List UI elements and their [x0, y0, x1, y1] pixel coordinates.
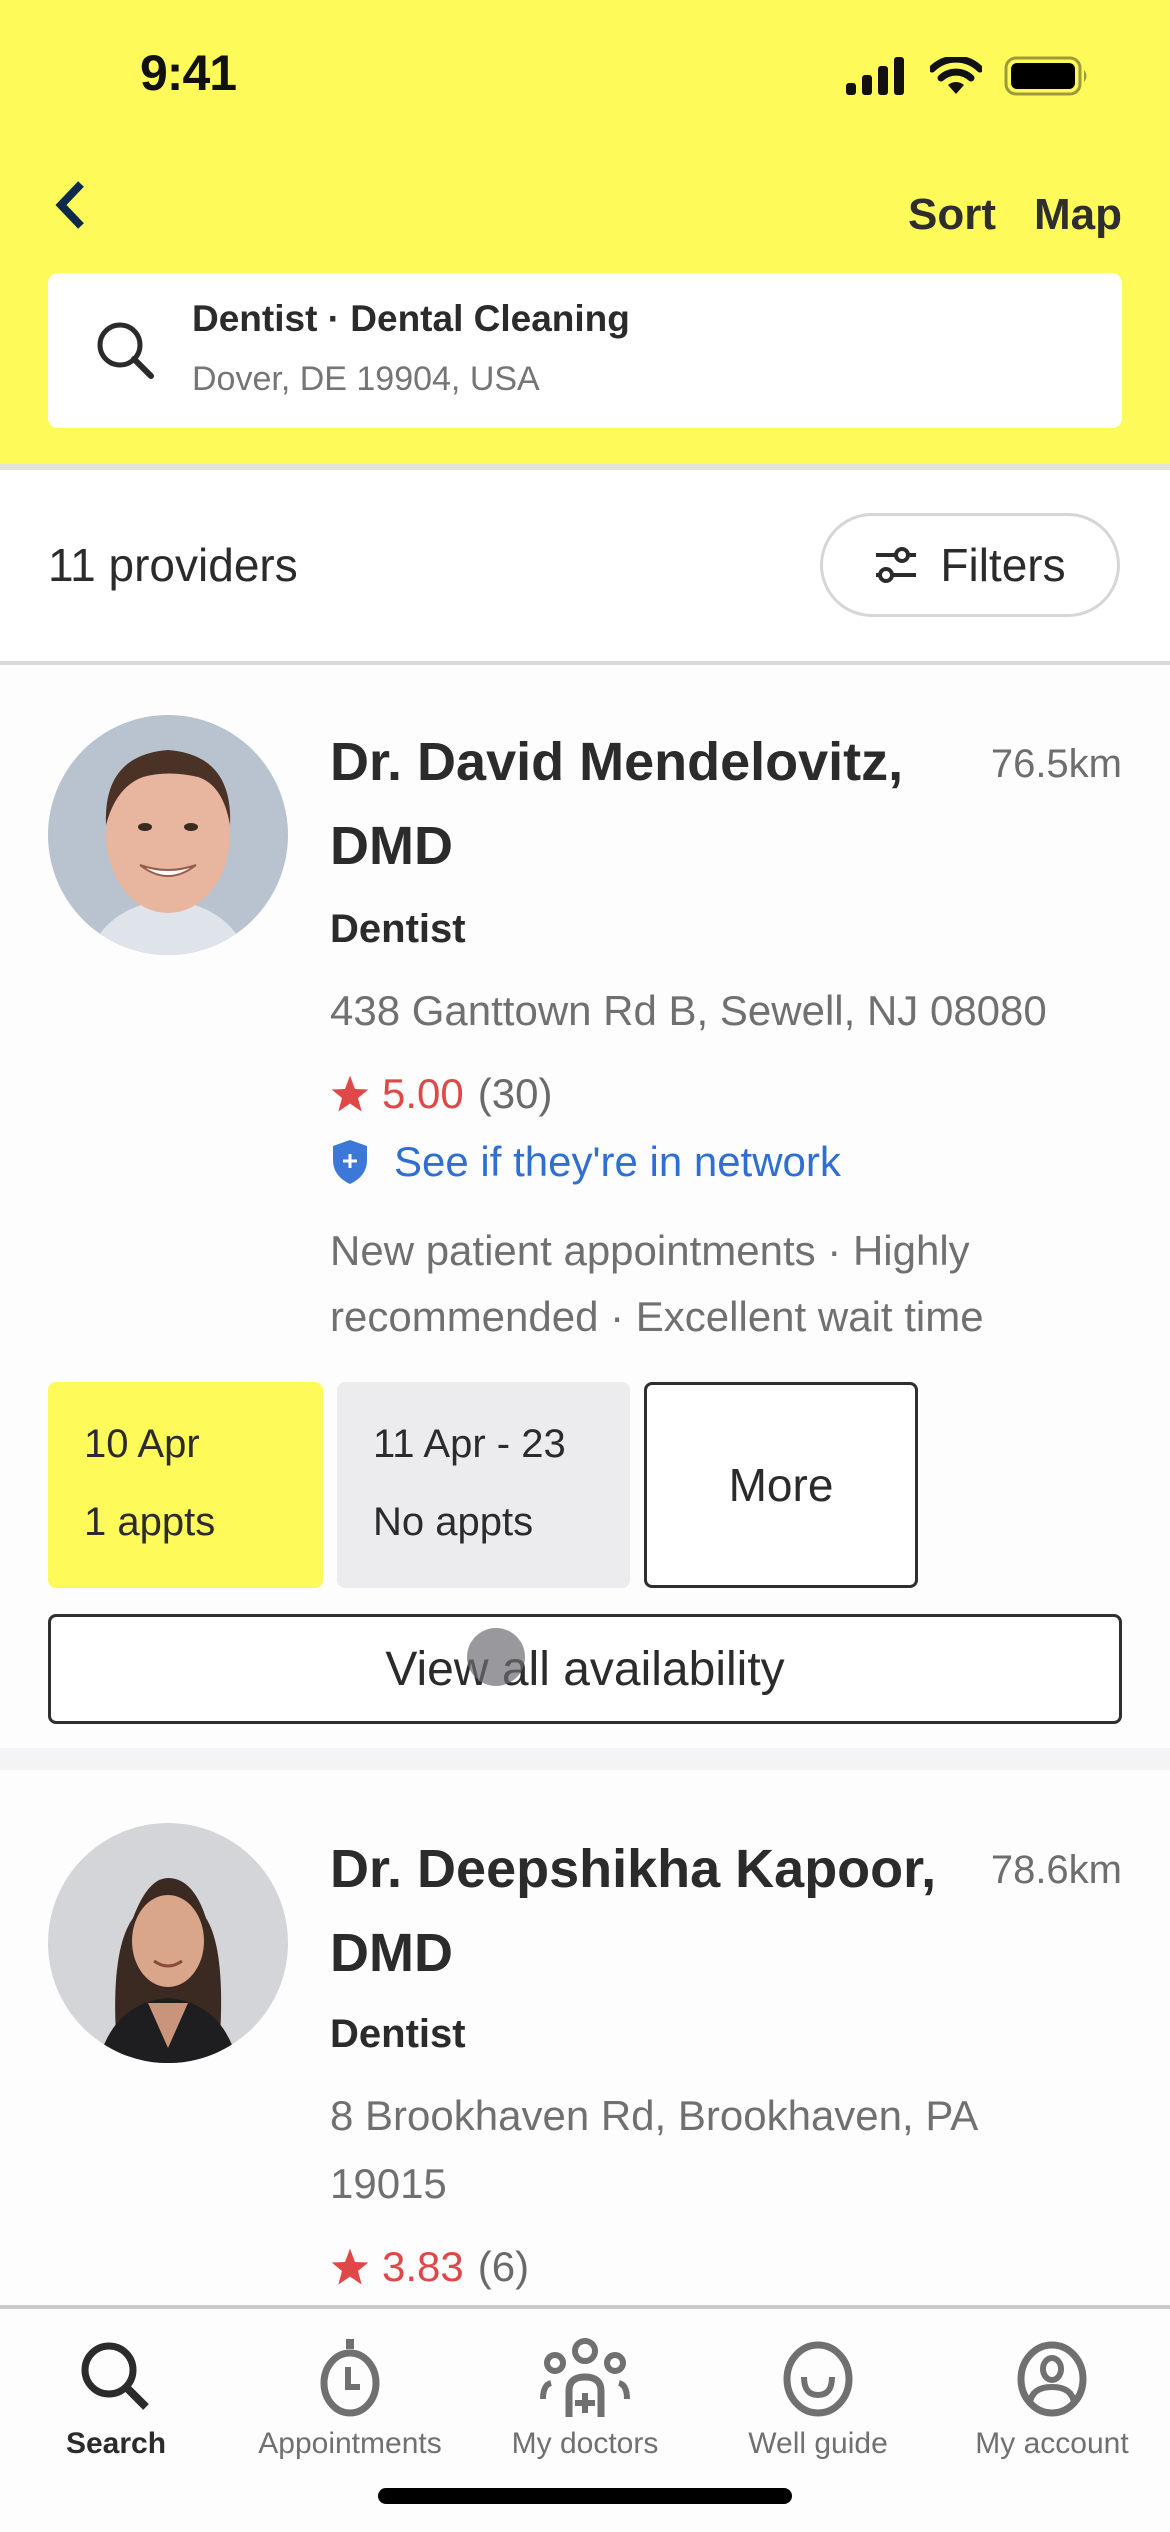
tab-my-account[interactable]: My account: [942, 2337, 1162, 2461]
tab-label: Appointments: [258, 2427, 442, 2460]
provider-avatar[interactable]: [48, 715, 288, 955]
star-icon: [331, 2248, 369, 2285]
sliders-icon: [876, 547, 917, 583]
sort-button[interactable]: Sort: [908, 190, 996, 240]
tab-label: Well guide: [748, 2427, 888, 2460]
star-icon: [331, 1075, 369, 1112]
availability-slot[interactable]: 11 Apr - 23 No appts: [337, 1382, 630, 1588]
cellular-signal-icon: [846, 57, 904, 95]
search-icon: [97, 322, 154, 379]
touch-indicator: [467, 1628, 525, 1686]
status-time: 9:41: [140, 45, 237, 101]
filters-button[interactable]: Filters: [820, 513, 1120, 617]
search-location-text: Dover, DE 19904, USA: [192, 360, 540, 398]
provider-address: 438 Ganttown Rd B, Sewell, NJ 08080: [330, 987, 1047, 1034]
rating-value: 5.00: [382, 1070, 464, 1117]
slot-appts: 1 appts: [84, 1500, 216, 1544]
tab-label: Search: [65, 2427, 167, 2460]
filters-label: Filters: [940, 539, 1066, 591]
back-button[interactable]: [40, 170, 100, 240]
provider-name[interactable]: Dr. Deepshikha Kapoor, DMD: [330, 1827, 970, 1995]
provider-distance: 78.6km: [990, 1848, 1122, 1892]
header: 9:41 Sort Map Dentist · Dental Cleaning …: [0, 0, 1170, 466]
search-field[interactable]: [48, 273, 1122, 428]
doctors-group-icon: [540, 2338, 630, 2417]
tab-appointments[interactable]: Appointments: [240, 2337, 460, 2461]
slot-date: 11 Apr - 23: [373, 1422, 566, 1466]
provider-tags: New patient appointments · Highly recomm…: [330, 1227, 984, 1340]
status-icons: [846, 56, 1090, 96]
home-indicator[interactable]: [378, 2488, 792, 2504]
search-query-text: Dentist · Dental Cleaning: [192, 298, 630, 339]
account-icon: [1017, 2341, 1087, 2417]
provider-specialty: Dentist: [330, 907, 466, 951]
tab-label: My doctors: [511, 2427, 659, 2460]
chevron-left-icon: [55, 181, 84, 229]
view-all-availability-button[interactable]: View all availability: [48, 1614, 1122, 1724]
view-all-label: View all availability: [385, 1642, 785, 1696]
provider-name[interactable]: Dr. David Mendelovitz, DMD: [330, 720, 950, 888]
slot-appts: No appts: [373, 1500, 534, 1544]
providers-count: 11 providers: [48, 539, 298, 591]
more-slots-button[interactable]: More: [644, 1382, 918, 1588]
network-check-link[interactable]: See if they're in network: [330, 1138, 841, 1186]
smile-icon: [783, 2341, 853, 2417]
rating-value: 3.83: [382, 2243, 464, 2290]
review-count: (6): [477, 2243, 530, 2290]
tab-label: My account: [975, 2427, 1129, 2460]
doctor-photo: [48, 715, 288, 955]
tab-search[interactable]: Search: [6, 2337, 226, 2461]
network-link-label: See if they're in network: [394, 1138, 841, 1185]
shield-plus-icon: [333, 1140, 367, 1184]
search-icon: [81, 2342, 149, 2410]
more-label: More: [728, 1459, 834, 1511]
provider-distance: 76.5km: [990, 742, 1122, 786]
doctor-photo: [48, 1823, 288, 2063]
battery-icon: [1004, 56, 1087, 96]
review-count: (30): [477, 1070, 553, 1117]
provider-address: 8 Brookhaven Rd, Brookhaven, PA 19015: [330, 2092, 976, 2207]
header-actions: Sort Map: [908, 190, 1122, 240]
tab-my-doctors[interactable]: My doctors: [475, 2337, 695, 2461]
card-separator: [0, 1748, 1170, 1770]
slot-date: 10 Apr: [84, 1422, 200, 1466]
tab-well-guide[interactable]: Well guide: [708, 2337, 928, 2461]
availability-slot[interactable]: 10 Apr 1 appts: [48, 1382, 323, 1588]
provider-rating: 3.83 (6): [330, 2243, 529, 2291]
wifi-icon: [930, 57, 982, 94]
provider-avatar[interactable]: [48, 1823, 288, 2063]
provider-specialty: Dentist: [330, 2012, 466, 2056]
provider-rating: 5.00 (30): [330, 1070, 552, 1118]
stopwatch-icon: [320, 2339, 380, 2417]
map-button[interactable]: Map: [1034, 190, 1122, 240]
